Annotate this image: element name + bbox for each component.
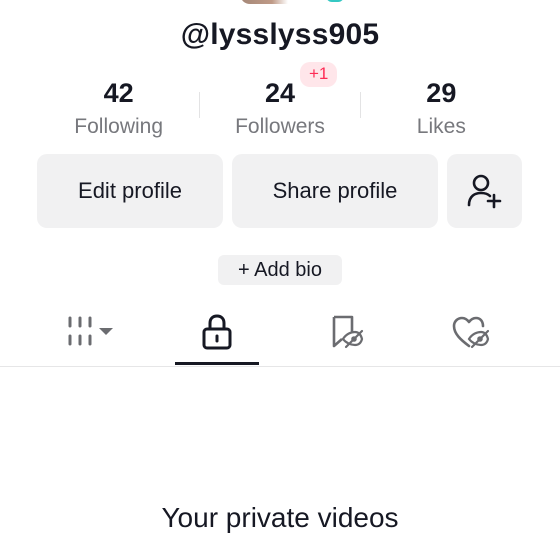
stat-following[interactable]: 42 Following xyxy=(38,74,199,144)
grid-videos-icon xyxy=(68,316,113,346)
username: @lysslyss905 xyxy=(180,18,380,51)
share-profile-button[interactable]: Share profile xyxy=(232,154,438,228)
bookmark-icon xyxy=(332,315,364,349)
content-tabs xyxy=(0,300,560,367)
stat-likes[interactable]: 29 Likes xyxy=(361,74,522,144)
active-tab-indicator xyxy=(175,362,259,365)
likes-count: 29 xyxy=(426,78,457,108)
following-label: Following xyxy=(74,115,164,138)
tab-private[interactable] xyxy=(147,300,287,364)
stats-row: 42 Following 24 Followers 29 Likes +1 xyxy=(38,62,522,144)
avatar[interactable] xyxy=(240,0,320,4)
lock-icon xyxy=(202,314,232,350)
edit-profile-button[interactable]: Edit profile xyxy=(37,154,223,228)
stat-divider xyxy=(199,92,200,118)
stat-divider xyxy=(360,92,361,118)
private-videos-title: Your private videos xyxy=(161,502,399,533)
person-add-icon xyxy=(467,174,501,209)
following-count: 42 xyxy=(103,78,134,108)
avatar-add-badge[interactable] xyxy=(326,0,344,2)
new-followers-badge: +1 xyxy=(300,62,338,87)
followers-label: Followers xyxy=(235,115,325,138)
add-bio-button[interactable]: + Add bio xyxy=(218,255,342,285)
heart-hidden-icon xyxy=(452,316,490,349)
profile-page: @lysslyss905 42 Following 24 Followers 2… xyxy=(0,0,560,560)
tab-liked[interactable] xyxy=(400,300,540,364)
add-friend-button[interactable] xyxy=(447,154,522,228)
tab-videos[interactable] xyxy=(22,300,162,364)
stat-followers[interactable]: 24 Followers xyxy=(199,74,360,144)
tab-saved[interactable] xyxy=(275,300,415,364)
likes-label: Likes xyxy=(416,115,466,138)
